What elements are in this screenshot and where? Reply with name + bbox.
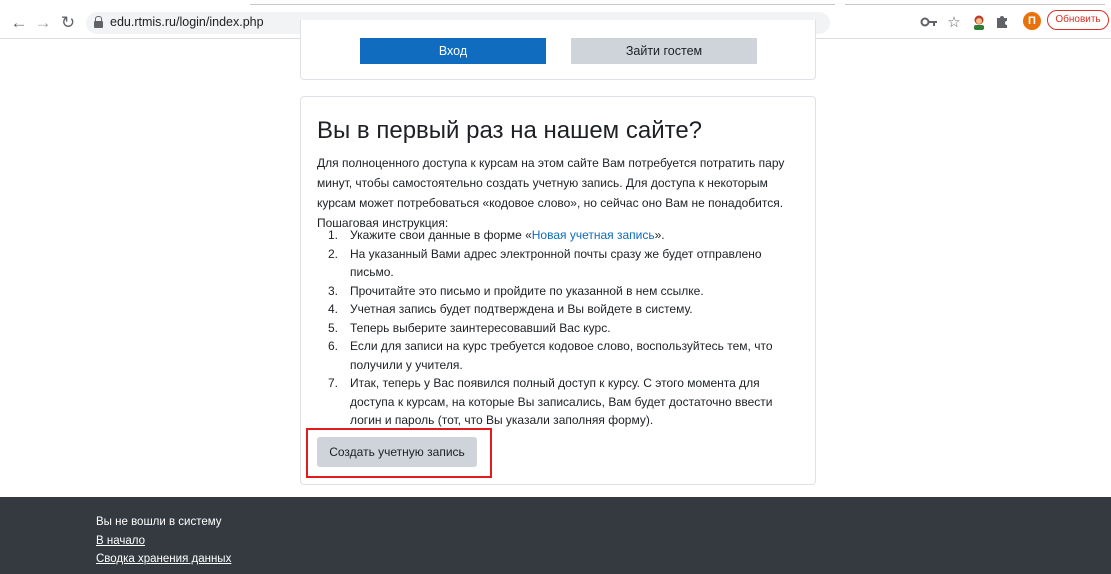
- guest-login-button[interactable]: Зайти гостем: [571, 38, 757, 64]
- step-item: 6. Если для записи на курс требуется код…: [328, 339, 773, 372]
- puzzle-extensions-icon[interactable]: [992, 14, 1012, 32]
- paragraph-line: курсам может потребоваться «кодовое слов…: [317, 196, 784, 210]
- home-link[interactable]: В начало: [96, 535, 145, 547]
- instructions-paragraph: Для полноценного доступа к курсам на это…: [317, 153, 812, 233]
- login-status-text: Вы не вошли в систему: [96, 516, 222, 528]
- first-time-title: Вы в первый раз на нашем сайте?: [317, 117, 703, 144]
- reload-icon[interactable]: ↻: [57, 12, 79, 34]
- step-item: 5. Теперь выберите заинтересовавший Вас …: [328, 320, 611, 335]
- step-item: 3. Прочитайте это письмо и пройдите по у…: [328, 283, 704, 298]
- new-account-link[interactable]: Новая учетная запись: [532, 228, 655, 242]
- paragraph-line: минут, чтобы самостоятельно создать учет…: [317, 176, 768, 190]
- step-item: 1. Укажите свои данные в форме «Новая уч…: [328, 228, 665, 242]
- address-url: edu.rtmis.ru/login/index.php: [110, 15, 264, 29]
- extension-avatar-icon[interactable]: [969, 14, 989, 32]
- step-item: 7. Итак, теперь у Вас появился полный до…: [328, 376, 773, 427]
- page-footer: Вы не вошли в систему В начало Сводка хр…: [0, 497, 1111, 574]
- profile-avatar[interactable]: П: [1023, 12, 1041, 30]
- data-retention-link[interactable]: Сводка хранения данных: [96, 553, 231, 565]
- update-browser-button[interactable]: Обновить: [1047, 10, 1109, 30]
- login-button[interactable]: Вход: [360, 38, 546, 64]
- lock-icon: [94, 16, 103, 29]
- browser-tab[interactable]: [845, 0, 1105, 5]
- step-item: 2. На указанный Вами адрес электронной п…: [328, 246, 762, 280]
- step-item: 4. Учетная запись будет подтверждена и В…: [328, 302, 693, 316]
- star-icon[interactable]: ☆: [944, 14, 964, 32]
- key-icon[interactable]: [919, 14, 939, 32]
- browser-tab[interactable]: [250, 0, 835, 5]
- forward-arrow-icon[interactable]: →: [32, 12, 54, 34]
- steps-list: 1. Укажите свои данные в форме «Новая уч…: [328, 226, 808, 430]
- browser-tab-strip: [0, 0, 1111, 6]
- back-arrow-icon[interactable]: ←: [8, 12, 30, 34]
- paragraph-line: Для полноценного доступа к курсам на это…: [317, 156, 785, 170]
- highlight-box: [306, 428, 492, 478]
